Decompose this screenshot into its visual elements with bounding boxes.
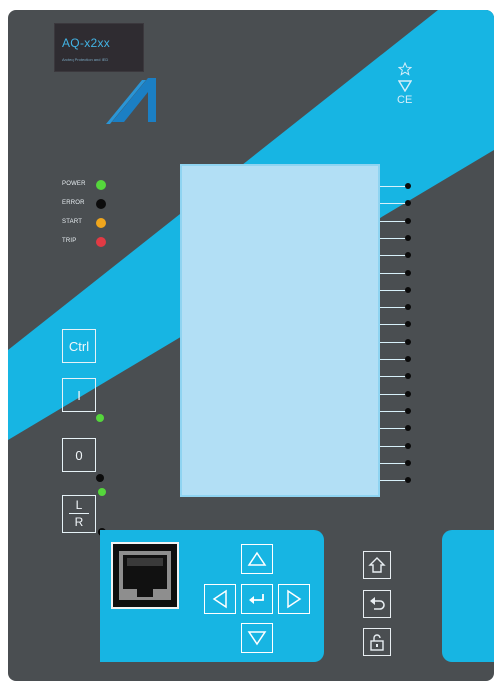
relay-device: AQ-x2xx Arcteq Protection and IED CE POW… — [8, 10, 494, 681]
led-label-trip: TRIP — [62, 238, 77, 244]
ctrl-button[interactable]: Ctrl — [62, 329, 96, 363]
ce-mark: CE — [397, 94, 413, 106]
indicator-led — [405, 477, 411, 483]
indicator-tick — [380, 255, 406, 256]
ethernet-port-icon — [119, 551, 171, 600]
remote-label: R — [74, 515, 84, 529]
indicator-tick — [380, 186, 406, 187]
on-indicator-led — [96, 414, 104, 422]
indicator-tick — [380, 376, 406, 377]
led-label-start: START — [62, 219, 83, 225]
left-button[interactable] — [204, 584, 236, 614]
right-arrow-icon — [287, 589, 302, 609]
brand-logo-icon — [106, 78, 156, 124]
indicator-led — [405, 321, 411, 327]
back-button[interactable] — [363, 590, 391, 618]
down-arrow-icon — [247, 631, 267, 646]
triangle-cert-icon — [398, 80, 412, 92]
back-icon — [370, 597, 385, 610]
indicator-tick — [380, 359, 406, 360]
indicator-led — [405, 373, 411, 379]
star-cert-icon — [398, 62, 412, 76]
home-button[interactable] — [363, 551, 391, 579]
model-subtitle: Arcteq Protection and IED — [62, 57, 109, 62]
indicator-led — [405, 218, 411, 224]
lock-button[interactable] — [363, 628, 391, 656]
indicator-tick — [380, 238, 406, 239]
indicator-tick — [380, 411, 406, 412]
indicator-led — [405, 183, 411, 189]
indicator-tick — [380, 203, 406, 204]
indicator-led — [405, 270, 411, 276]
indicator-led — [405, 252, 411, 258]
led-label-error: ERROR — [62, 200, 85, 206]
indicator-led — [405, 425, 411, 431]
off-indicator-led — [96, 474, 104, 482]
trip-led — [96, 237, 106, 247]
indicator-tick — [380, 342, 406, 343]
indicator-led — [405, 235, 411, 241]
indicator-tick — [380, 307, 406, 308]
model-name: AQ-x2xx — [62, 36, 111, 50]
start-led — [96, 218, 106, 228]
indicator-led — [405, 287, 411, 293]
indicator-tick — [380, 290, 406, 291]
indicator-tick — [380, 394, 406, 395]
enter-button[interactable] — [241, 584, 273, 614]
indicator-tick — [380, 446, 406, 447]
indicator-led — [405, 460, 411, 466]
indicator-led — [405, 339, 411, 345]
local-label: L — [75, 498, 83, 512]
indicator-led — [405, 443, 411, 449]
ethernet-port — [111, 542, 179, 609]
indicator-tick — [380, 480, 406, 481]
indicator-tick — [380, 428, 406, 429]
indicator-tick — [380, 324, 406, 325]
down-button[interactable] — [241, 623, 273, 653]
indicator-tick — [380, 463, 406, 464]
home-icon — [368, 557, 386, 573]
right-button[interactable] — [278, 584, 310, 614]
indicator-led — [405, 356, 411, 362]
lcd-display — [180, 164, 380, 497]
indicator-tick — [380, 273, 406, 274]
error-led — [96, 199, 106, 209]
up-button[interactable] — [241, 544, 273, 574]
power-led — [96, 180, 106, 190]
up-arrow-icon — [247, 551, 267, 566]
left-arrow-icon — [212, 589, 227, 609]
enter-icon — [249, 594, 264, 604]
lock-icon — [370, 634, 384, 651]
local-remote-button[interactable]: L R — [62, 495, 96, 533]
indicator-led — [405, 408, 411, 414]
indicator-led — [405, 304, 411, 310]
on-button[interactable]: I — [62, 378, 96, 412]
indicator-led — [405, 200, 411, 206]
local-indicator-led — [98, 488, 106, 496]
indicator-led — [405, 391, 411, 397]
led-label-power: POWER — [62, 181, 86, 187]
indicator-tick — [380, 221, 406, 222]
side-panel — [442, 530, 494, 662]
off-button[interactable]: 0 — [62, 438, 96, 472]
